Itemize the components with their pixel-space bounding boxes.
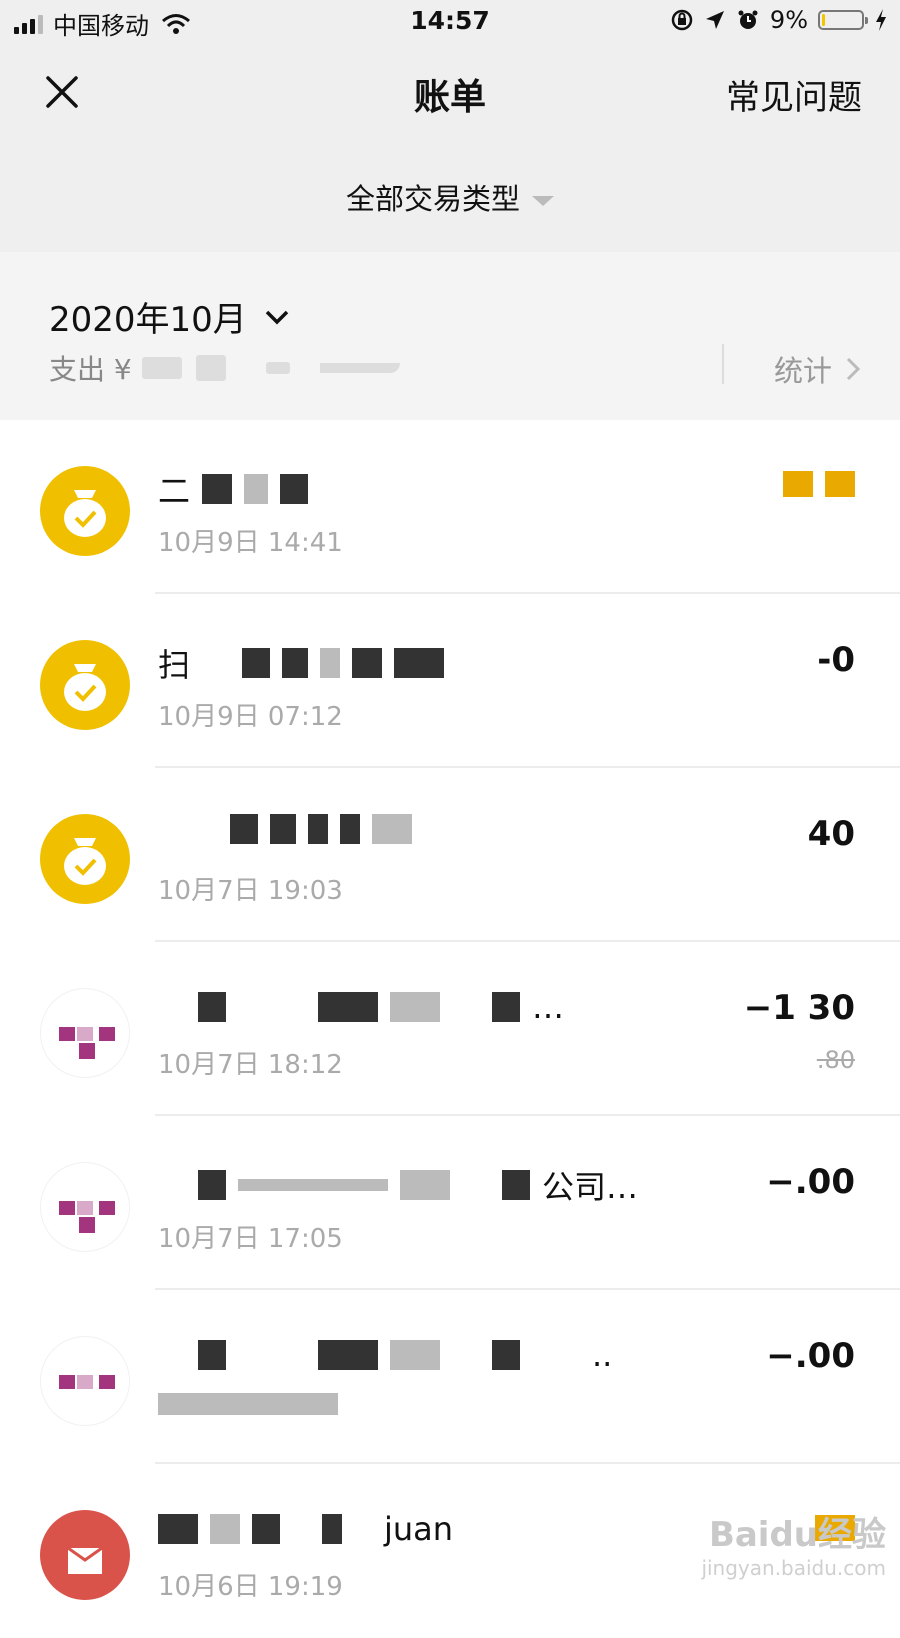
status-bar: 中国移动 14:57 9% (0, 0, 900, 44)
transaction-title: juan (158, 1510, 453, 1548)
original-amount: .80 (816, 1046, 855, 1074)
transaction-row[interactable]: … 10月7日 18:12 −1 30 .80 (0, 942, 900, 1116)
expense-summary: 支出 ¥ (49, 348, 400, 388)
title-text: 公司… (542, 1168, 639, 1206)
transaction-amount: −1 30 (743, 988, 855, 1028)
red-packet-icon (40, 1510, 130, 1600)
transaction-title: 公司… (158, 1162, 638, 1208)
transaction-amount (783, 466, 855, 506)
title-text: … (532, 988, 564, 1026)
transaction-amount: −.00 (766, 1162, 855, 1202)
store-icon (40, 1162, 130, 1252)
title-text: .. (592, 1336, 613, 1374)
battery-fill (822, 14, 825, 26)
transaction-row[interactable]: 公司… 10月7日 17:05 −.00 (0, 1116, 900, 1290)
transaction-amount: −.00 (766, 1336, 855, 1376)
redacted-amount (265, 362, 290, 374)
redacted-amount (319, 363, 400, 373)
money-bag-icon (40, 814, 130, 904)
transaction-type-filter[interactable]: 全部交易类型 (0, 176, 900, 218)
watermark-url: jingyan.baidu.com (701, 1556, 886, 1580)
battery-percent: 9% (769, 6, 808, 34)
stats-label: 统计 (773, 354, 832, 388)
transaction-title: … (158, 988, 564, 1026)
transaction-time: 10月6日 19:19 (158, 1572, 343, 1602)
alarm-icon (738, 10, 758, 29)
transaction-title: .. (158, 1336, 612, 1374)
money-bag-icon (40, 640, 130, 730)
transaction-row[interactable]: 10月7日 19:03 40 (0, 768, 900, 942)
redacted-amount (195, 355, 226, 381)
filter-bar: 全部交易类型 (0, 144, 900, 252)
expense-label: 支出 ¥ (49, 353, 132, 386)
transaction-title: 扫 (158, 640, 445, 686)
transaction-time: 10月9日 14:41 (158, 528, 343, 558)
transaction-title (158, 814, 412, 844)
month-selector[interactable]: 2020年10月 (49, 292, 291, 341)
transaction-list: 二 10月9日 14:41 扫 10月9日 07:12 -0 10月7日 19:… (0, 420, 900, 1638)
store-icon (40, 1336, 130, 1426)
nav-bar: 账单 常见问题 (0, 44, 900, 144)
transaction-time: 10月7日 19:03 (158, 876, 343, 906)
transaction-title: 二 (158, 466, 309, 512)
transaction-row[interactable]: 扫 10月9日 07:12 -0 (0, 594, 900, 768)
divider (722, 344, 724, 384)
charging-icon (876, 9, 886, 31)
transaction-amount: -0 (817, 640, 855, 680)
transaction-time: 10月7日 18:12 (158, 1050, 343, 1080)
faq-button[interactable]: 常见问题 (726, 70, 862, 119)
redacted-amount (141, 357, 182, 379)
watermark-logo: Baidu经验 (708, 1515, 886, 1555)
month-summary: 2020年10月 支出 ¥ 统计 (0, 252, 900, 420)
title-text: 二 (158, 472, 191, 510)
title-text: 扫 (158, 646, 191, 684)
stats-button[interactable]: 统计 (774, 348, 862, 390)
location-icon (705, 11, 724, 29)
status-right: 9% (670, 6, 888, 34)
transaction-amount: 40 (807, 814, 855, 854)
caret-down-icon (532, 196, 554, 206)
chevron-right-icon (846, 357, 861, 381)
transaction-row[interactable]: .. −.00 (0, 1290, 900, 1464)
month-label: 2020年10月 (49, 300, 247, 340)
transaction-row[interactable]: 二 10月9日 14:41 (0, 420, 900, 594)
title-text: juan (384, 1510, 454, 1548)
chevron-down-icon (265, 310, 289, 324)
filter-label: 全部交易类型 (345, 182, 520, 216)
battery-icon (818, 10, 868, 30)
rotation-lock-icon (671, 9, 693, 31)
transaction-time: 10月7日 17:05 (158, 1224, 343, 1254)
transaction-time: 10月9日 07:12 (158, 702, 343, 732)
money-bag-icon (40, 466, 130, 556)
watermark: Baidu经验 jingyan.baidu.com (701, 1507, 886, 1580)
store-icon (40, 988, 130, 1078)
transaction-time (158, 1392, 338, 1422)
